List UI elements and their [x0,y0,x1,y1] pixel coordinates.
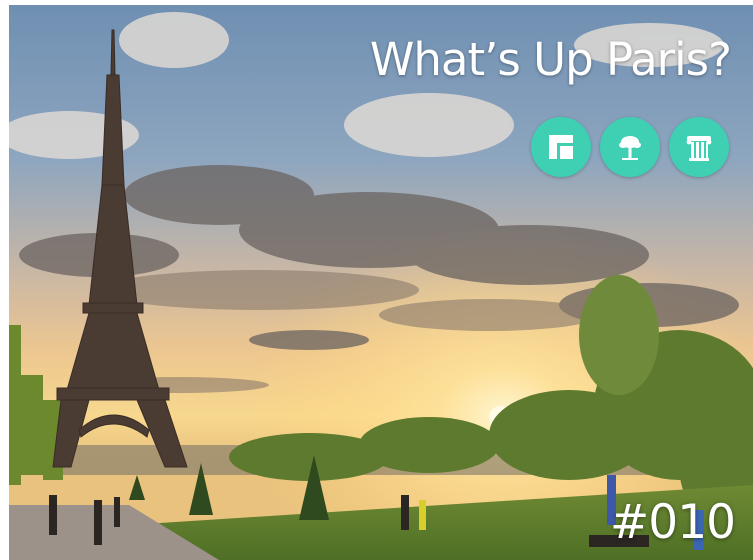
issue-number: #010 [609,495,736,550]
eiffel-tower-sunset-photo [9,5,753,560]
tree-icon[interactable] [600,117,660,177]
tile-icon[interactable] [531,117,591,177]
page-title: What’s Up Paris? [369,33,732,86]
category-icons [531,117,729,177]
hero-banner: What’s Up Paris? #010 [9,5,753,560]
column-icon[interactable] [669,117,729,177]
